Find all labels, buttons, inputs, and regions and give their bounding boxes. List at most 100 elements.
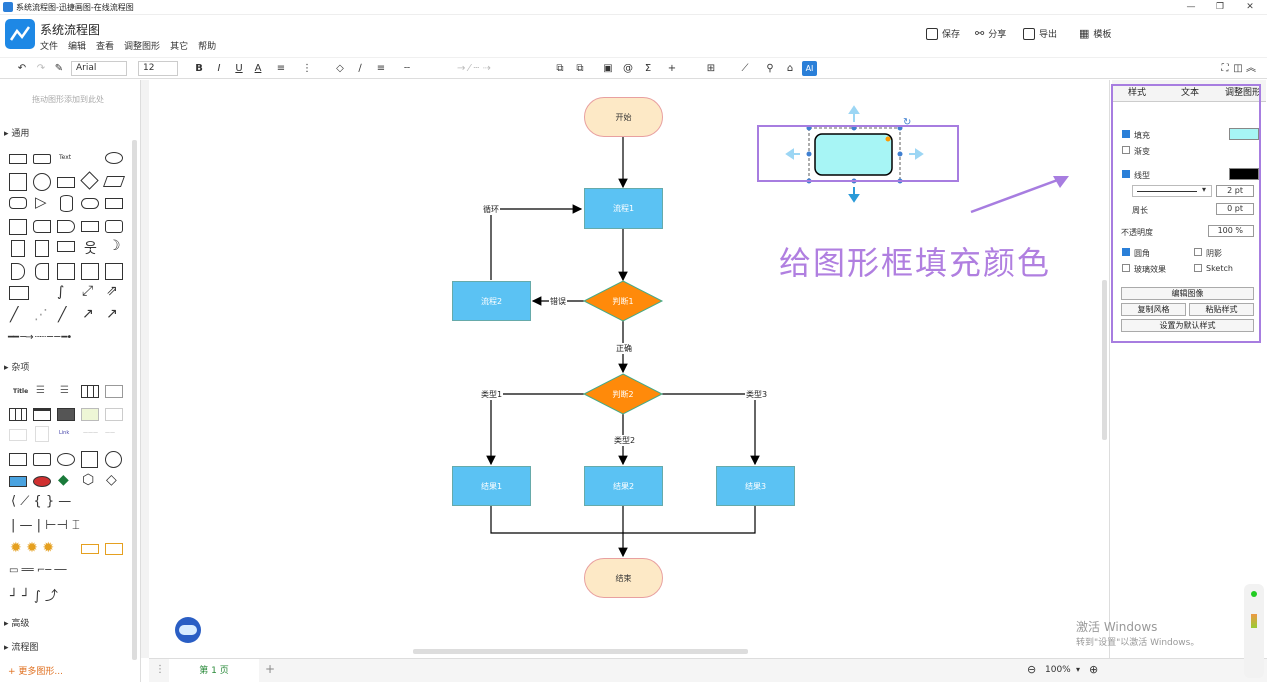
corner-radius-handle[interactable] — [885, 136, 891, 142]
rect-outline2-shape[interactable] — [33, 453, 51, 466]
collapse-icon[interactable]: ︽ — [1245, 61, 1257, 76]
link-text-shape[interactable]: Link — [59, 430, 69, 436]
line-width-icon[interactable]: ≡ — [372, 61, 390, 76]
maximize-button[interactable]: ❐ — [1211, 1, 1229, 13]
zoom-dropdown-icon[interactable]: ▾ — [1076, 665, 1080, 674]
square2-shape[interactable] — [81, 451, 98, 468]
panel-toggle-icon[interactable]: ◫ — [1232, 61, 1244, 76]
menu-view[interactable]: 查看 — [96, 39, 114, 52]
share-button[interactable]: ⚯ 分享 — [975, 27, 1006, 40]
ellipse-shape[interactable] — [105, 152, 123, 164]
font-family-select[interactable]: Arial — [71, 61, 127, 76]
connector-shapes[interactable]: ━━ ─→ ┈┈ ─ ─ ━• — [8, 332, 72, 343]
pin-icon[interactable]: ⚲ — [764, 61, 776, 76]
template-button[interactable]: ▦ 模板 — [1079, 27, 1111, 40]
rounded-rect-shape[interactable] — [33, 154, 51, 164]
insert-icon[interactable]: + — [662, 61, 682, 76]
underline-button[interactable]: U — [234, 61, 244, 76]
diamond2-shape[interactable]: ◇ — [106, 472, 117, 488]
rectangle-shape[interactable] — [9, 154, 27, 164]
thick-line-shape[interactable]: ╱ — [10, 307, 18, 323]
image-icon[interactable]: ▣ — [602, 61, 614, 76]
zoom-out-icon[interactable]: ⊖ — [1027, 663, 1036, 676]
frame-shape[interactable] — [57, 263, 75, 280]
more-shapes-link[interactable]: + 更多图形... — [8, 664, 63, 677]
menu-arrange[interactable]: 调整图形 — [124, 39, 160, 52]
font-color-button[interactable]: A — [253, 61, 263, 76]
redo-icon[interactable]: ↷ — [35, 61, 47, 76]
bold-button[interactable]: B — [194, 61, 204, 76]
italic-button[interactable]: I — [214, 61, 224, 76]
to-front-icon[interactable]: ⧉ — [554, 61, 566, 76]
circle-shape[interactable] — [33, 173, 51, 191]
dash-style-icon[interactable]: ┄ — [398, 61, 416, 76]
start-node[interactable]: 开始 — [584, 97, 663, 137]
hexagon-shape[interactable] — [9, 197, 27, 209]
result1-node[interactable]: 结果1 — [452, 466, 531, 506]
orange-shape[interactable] — [81, 544, 99, 554]
waypoint-icon[interactable]: ⟋ — [736, 61, 754, 76]
menu-file[interactable]: 文件 — [40, 39, 58, 52]
save-button[interactable]: 保存 — [926, 27, 960, 40]
canvas-horizontal-scrollbar[interactable] — [413, 649, 748, 654]
arrow-shape[interactable]: ⇗ — [106, 283, 118, 299]
section-misc[interactable]: ▸ 杂项 — [4, 360, 29, 373]
elbow-shapes[interactable]: ┘ ┘ ∫ ⤴ — [10, 585, 58, 604]
process1-node[interactable]: 流程1 — [584, 188, 663, 229]
orange2-shape[interactable] — [105, 543, 123, 555]
to-back-icon[interactable]: ⧉ — [574, 61, 586, 76]
double-arrow-shape[interactable]: ⤢ — [82, 283, 93, 299]
bullet-list-shape[interactable]: ☰ — [60, 385, 69, 396]
panel-splitter[interactable] — [141, 80, 149, 658]
zoom-in-icon[interactable]: ⊕ — [1089, 663, 1098, 676]
moon-shape[interactable]: ☽ — [108, 238, 121, 254]
divider-shapes[interactable]: ▭ ══ ⌐─ ── — [9, 565, 66, 576]
step-shape[interactable] — [57, 220, 75, 233]
note-shape[interactable] — [11, 240, 25, 257]
formula-icon[interactable]: Σ — [642, 61, 654, 76]
line-color-icon[interactable]: ∕ — [354, 61, 366, 76]
curly-shapes[interactable]: ⟨ ⟋ { } — — [11, 494, 71, 509]
line-shape[interactable]: ╱ — [58, 307, 66, 323]
ellipse2-shape[interactable] — [57, 453, 75, 466]
card-shape[interactable] — [35, 240, 49, 257]
left-panel-scrollbar[interactable] — [132, 140, 137, 660]
add-page-button[interactable]: + — [265, 662, 275, 676]
table5-shape[interactable] — [81, 408, 99, 421]
process2-node[interactable]: 流程2 — [452, 281, 531, 321]
selected-shape-group[interactable]: ↻ — [785, 105, 924, 203]
table2-shape[interactable] — [9, 408, 27, 421]
curve-shape[interactable]: ∫ — [57, 284, 64, 300]
section-general[interactable]: ▸ 通用 — [4, 126, 29, 139]
arrow-up-right-shape[interactable]: ↗ — [106, 306, 118, 322]
dashed-line-shape[interactable]: ⋰ — [34, 307, 48, 323]
window-shape[interactable] — [9, 286, 29, 300]
table4-shape[interactable] — [57, 408, 75, 421]
section-flowchart[interactable]: ▸ 流程图 — [4, 640, 38, 653]
swimlane-shape[interactable] — [105, 263, 123, 280]
misc2-shape[interactable] — [35, 426, 49, 442]
cube2-shape[interactable]: ⬡ — [82, 472, 94, 488]
export-button[interactable]: 导出 — [1023, 27, 1057, 40]
misc4-shape[interactable]: —— — [105, 430, 115, 436]
menu-other[interactable]: 其它 — [170, 39, 188, 52]
end-node[interactable]: 结束 — [584, 558, 663, 598]
list-shape[interactable]: ☰ — [36, 385, 45, 396]
result2-node[interactable]: 结果2 — [584, 466, 663, 506]
circle2-shape[interactable] — [105, 451, 122, 468]
parallelogram-shape[interactable] — [102, 176, 126, 187]
diagonal-arrow-shape[interactable]: ↗ — [82, 306, 94, 322]
actor-shape[interactable]: 웃 — [84, 238, 97, 258]
cloud-shape[interactable] — [81, 198, 99, 209]
callout-shape[interactable] — [57, 241, 75, 252]
align-icon[interactable]: ≡ — [272, 61, 290, 76]
grid-shape[interactable] — [105, 385, 123, 398]
misc1-shape[interactable] — [9, 429, 27, 441]
section-advanced[interactable]: ▸ 高级 — [4, 616, 29, 629]
table-shape[interactable] — [81, 385, 99, 398]
cylinder-shape[interactable] — [60, 195, 73, 212]
ai-icon[interactable]: AI — [802, 61, 817, 76]
connector-style-icons[interactable]: → ⁄ ┄ ⇢ — [434, 61, 514, 76]
menu-help[interactable]: 帮助 — [198, 39, 216, 52]
gear-icons[interactable]: ✹ ✹ ✹ — [10, 540, 54, 556]
